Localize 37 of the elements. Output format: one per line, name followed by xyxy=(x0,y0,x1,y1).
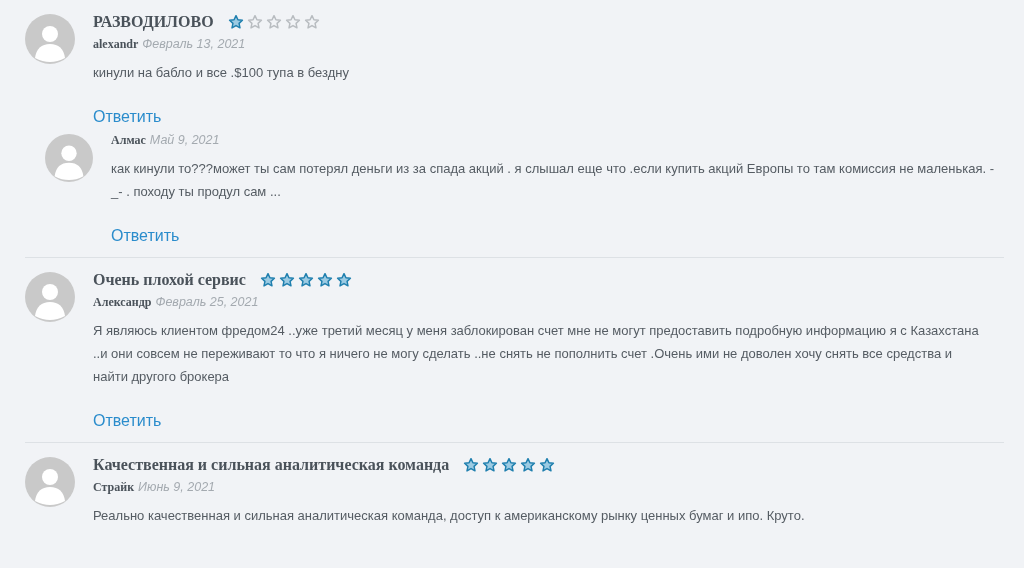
reply-link[interactable]: Ответить xyxy=(111,227,180,245)
author-name: Александр xyxy=(93,295,152,309)
comment-text: Я являюсь клиентом фредом24 ..уже третий месяц у меня заблокирован счет мне не могут предоставить подробную информацию я с Казахстана ..и они совсем не переживают то что я ничего не могу сделать ..не снять не пополнить счет .Очень ими не доволен хочу снять все средства и найти другого брокера xyxy=(93,322,980,386)
star-icon xyxy=(265,14,282,30)
comment-title: Очень плохой сервис xyxy=(93,271,246,289)
comment-date: Февраль 25, 2021 xyxy=(155,295,259,309)
star-icon xyxy=(539,457,556,473)
star-icon xyxy=(303,14,320,30)
author-name: alexandr xyxy=(93,37,139,51)
star-icon xyxy=(335,272,352,288)
star-icon xyxy=(246,14,263,30)
avatar-icon xyxy=(25,272,75,322)
avatar-icon xyxy=(45,134,93,182)
comment-date: Февраль 13, 2021 xyxy=(142,37,246,51)
star-icon xyxy=(227,14,244,30)
comment-title: РАЗВОДИЛОВО xyxy=(93,13,214,31)
star-icon xyxy=(278,272,295,288)
comment-date: Июнь 9, 2021 xyxy=(138,480,216,494)
reply-link[interactable]: Ответить xyxy=(93,412,162,430)
comment-date: Май 9, 2021 xyxy=(149,133,220,147)
author-name: Страйк xyxy=(93,480,135,494)
star-icon xyxy=(297,272,314,288)
star-icon xyxy=(284,14,301,30)
star-icon xyxy=(520,457,537,473)
author-name: Алмас xyxy=(111,133,146,147)
comment-text: как кинули то???может ты сам потерял деньги из за спада акций . я слышал еще что .если купить акций Европы то там комиссия не маленькая. -_- . походу ты продул сам ... xyxy=(111,160,996,201)
avatar-icon xyxy=(25,457,75,507)
comment-text: кинули на бабло и все .$100 тупа в бездну xyxy=(93,64,350,82)
avatar-icon xyxy=(25,14,75,64)
star-icon xyxy=(501,457,518,473)
star-icon xyxy=(482,457,499,473)
comment-title: Качественная и сильная аналитическая команда xyxy=(93,456,450,474)
star-icon xyxy=(463,457,480,473)
comment-text: Реально качественная и сильная аналитическая команда, доступ к американскому рынку ценных бумаг и ипо. Круто. xyxy=(93,507,806,525)
reply-link[interactable]: Ответить xyxy=(93,108,162,126)
star-icon xyxy=(316,272,333,288)
star-icon xyxy=(259,272,276,288)
